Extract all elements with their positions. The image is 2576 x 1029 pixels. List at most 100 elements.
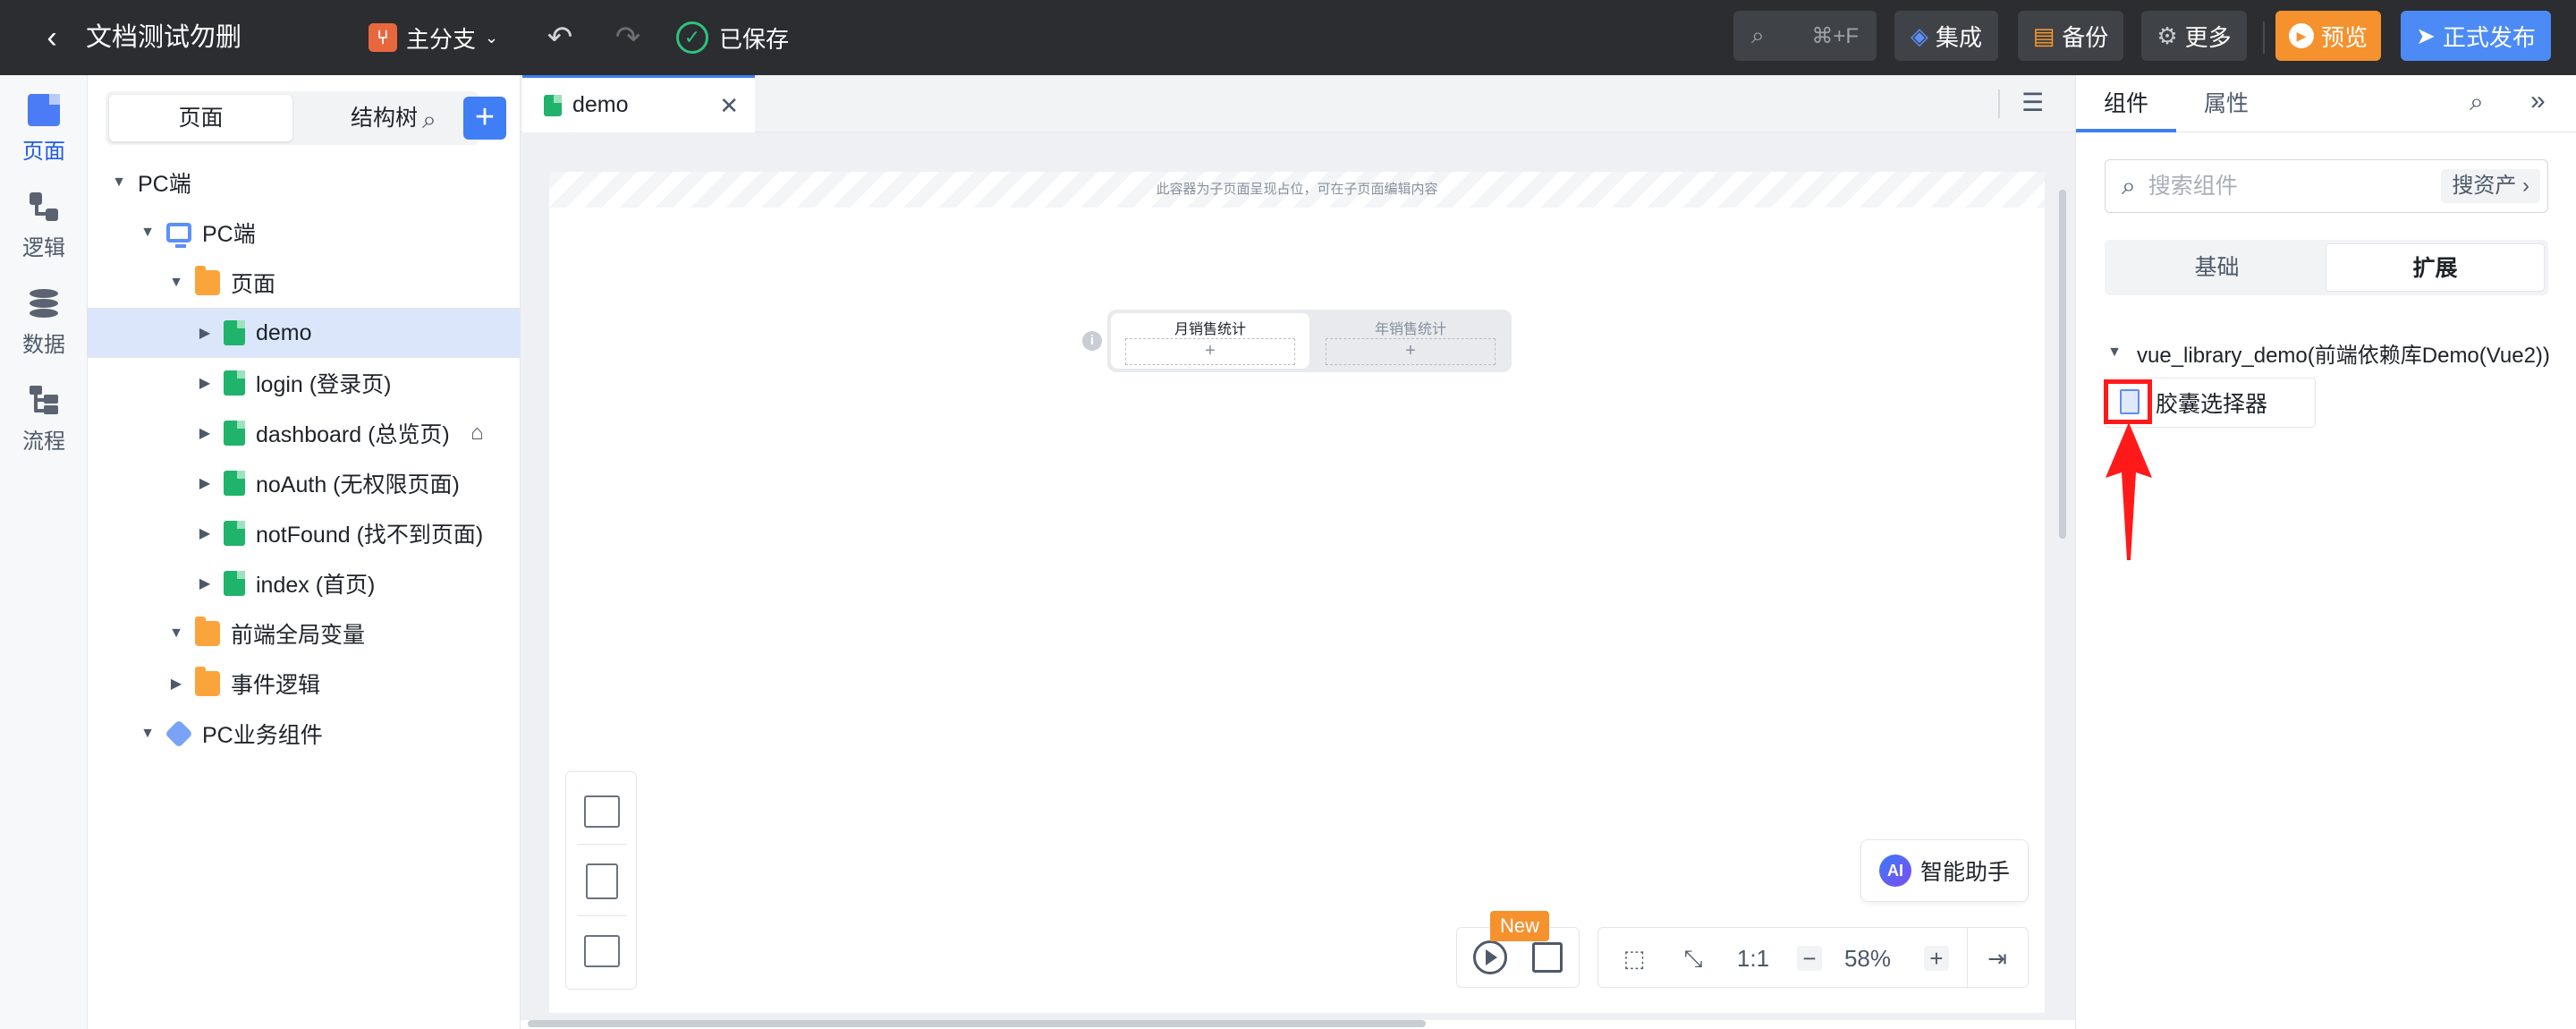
caret-down-icon[interactable]: ▼ [138, 726, 157, 742]
caret-right-icon[interactable]: ▶ [195, 374, 215, 392]
ai-assistant-label: 智能助手 [1920, 860, 2011, 885]
editor-tab-label: demo [572, 92, 629, 117]
tree-row[interactable]: ▼ PC端 [88, 208, 521, 258]
caret-down-icon[interactable]: ▼ [166, 275, 186, 291]
search-icon[interactable]: ⌕ [2470, 88, 2484, 117]
component-search-input[interactable] [2148, 173, 2399, 200]
tab-basic[interactable]: 基础 [2108, 243, 2326, 292]
publish-button[interactable]: ➤ 正式发布 [2401, 11, 2551, 61]
component-card-label: 胶囊选择器 [2156, 392, 2268, 417]
caret-down-icon[interactable]: ▼ [109, 174, 129, 191]
ai-assistant-button[interactable]: AI 智能助手 [1860, 839, 2029, 902]
actual-size-button[interactable]: 1:1 [1731, 928, 1775, 989]
vertical-scrollbar[interactable] [2059, 190, 2066, 539]
play-icon[interactable] [1473, 940, 1507, 974]
tab-components[interactable]: 组件 [2076, 75, 2176, 132]
integrate-label: 集成 [1935, 23, 1982, 51]
integrate-button[interactable]: ◈ 集成 [1894, 11, 1998, 61]
tree-row[interactable]: ▶ noAuth (无权限页面) [88, 458, 521, 508]
zoom-divider [1967, 928, 1968, 989]
tree-row[interactable]: ▼ 页面 [88, 258, 521, 308]
rail-item-logic[interactable]: 逻辑 [0, 181, 88, 270]
rail-item-flow[interactable]: 流程 [0, 374, 88, 463]
search-shortcut: ⌘+F [1811, 23, 1859, 48]
tree-row[interactable]: ▼ PC业务组件 [88, 709, 521, 759]
more-button[interactable]: ⚙ 更多 [2141, 11, 2247, 61]
branch-selector[interactable]: ⑂ 主分支 ⌄ [369, 18, 498, 57]
subpage-placeholder-banner: 此容器为子页面呈现占位，可在子页面编辑内容 [549, 172, 2045, 208]
caret-right-icon[interactable]: ▶ [195, 424, 215, 442]
tree-row-demo[interactable]: ▶ demo [88, 308, 521, 358]
close-icon[interactable]: ✕ [719, 92, 739, 120]
play-icon: ▶ [2288, 23, 2314, 48]
sidebar-layout-icon[interactable] [586, 863, 618, 899]
tab-monthly-sales[interactable]: 月销售统计 + [1111, 313, 1309, 369]
tree-row-label: 页面 [231, 272, 276, 297]
backup-button[interactable]: ▤ 备份 [2018, 11, 2123, 61]
page-file-icon [544, 94, 562, 116]
select-cursor-icon[interactable]: ⬚ [1614, 928, 1654, 989]
collapse-right-icon[interactable]: ⇥ [1978, 928, 2017, 989]
caret-down-icon[interactable]: ▼ [2105, 344, 2124, 361]
editor-tab-bar: demo ✕ ☰ [521, 75, 2075, 132]
page-file-icon [224, 370, 245, 395]
outline-list-icon[interactable]: ☰ [2021, 88, 2044, 117]
header-block-icon[interactable] [584, 935, 620, 967]
rail-item-pages[interactable]: 页面 [0, 84, 88, 174]
publish-label: 正式发布 [2442, 23, 2536, 51]
sales-tabs-component[interactable]: 月销售统计 + 年销售统计 + [1107, 310, 1512, 372]
tab-structure-tree[interactable]: 结构树 [292, 95, 476, 141]
preview-button[interactable]: ▶ 预览 [2275, 11, 2381, 61]
caret-right-icon[interactable]: ▶ [195, 574, 215, 592]
fit-screen-icon[interactable]: ⤡ [1674, 928, 1713, 989]
toolbox-divider [577, 844, 627, 845]
tree-row[interactable]: ▶ dashboard (总览页) ⌂ [88, 408, 521, 458]
search-icon[interactable]: ⌕ [411, 102, 447, 138]
tab-yearly-sales[interactable]: 年销售统计 + [1311, 313, 1510, 369]
tree-row[interactable]: ▶ notFound (找不到页面) [88, 508, 521, 558]
undo-icon[interactable]: ↶ [540, 18, 580, 57]
tree-row[interactable]: ▶ index (首页) [88, 558, 521, 608]
global-search-button[interactable]: ⌕ ⌘+F [1733, 11, 1877, 61]
horizontal-scrollbar[interactable] [528, 1020, 1426, 1027]
top-bar: ‹ 文档测试勿删 ⑂ 主分支 ⌄ ↶ ↷ ✓ 已保存 ⌕ ⌘+F ◈ 集成 ▤ … [0, 0, 2576, 75]
tree-row[interactable]: ▼ 前端全局变量 [88, 608, 521, 659]
tab-pages[interactable]: 页面 [109, 95, 292, 141]
add-slot-button[interactable]: + [1326, 338, 1496, 365]
zoom-in-button[interactable]: + [1924, 946, 1949, 971]
tab-properties[interactable]: 属性 [2176, 75, 2276, 132]
backup-label: 备份 [2062, 23, 2109, 51]
library-group[interactable]: ▼ vue_library_demo(前端依赖库Demo(Vue2)) [2105, 335, 2550, 370]
database-icon [28, 287, 60, 319]
search-assets-button[interactable]: 搜资产 › [2441, 169, 2540, 203]
chevron-down-icon: ⌄ [485, 28, 499, 47]
tab-extended[interactable]: 扩展 [2326, 243, 2545, 292]
caret-right-icon[interactable]: ▶ [166, 675, 186, 693]
caret-right-icon[interactable]: ▶ [195, 474, 215, 492]
send-icon: ➤ [2416, 21, 2436, 49]
branch-label: 主分支 [406, 25, 477, 53]
tree-row[interactable]: ▶ login (登录页) [88, 358, 521, 408]
redo-icon[interactable]: ↷ [608, 18, 648, 57]
device-layout-icon[interactable] [1532, 942, 1563, 973]
tree-row[interactable]: ▶ 事件逻辑 [88, 659, 521, 709]
tree-row-label: demo [256, 319, 312, 345]
annotation-arrow [2106, 422, 2152, 560]
caret-down-icon[interactable]: ▼ [166, 625, 186, 642]
search-assets-label: 搜资产 [2452, 174, 2517, 198]
caret-right-icon[interactable]: ▶ [195, 524, 215, 542]
artboard[interactable]: 此容器为子页面呈现占位，可在子页面编辑内容 i 月销售统计 + 年销售统计 + [549, 172, 2045, 1013]
text-block-icon[interactable] [584, 795, 620, 828]
tree-row[interactable]: ▼ PC端 [88, 157, 521, 208]
add-page-button[interactable]: + [463, 97, 506, 140]
folder-icon [195, 617, 220, 646]
add-slot-button[interactable]: + [1125, 338, 1295, 365]
page-file-icon [224, 320, 245, 345]
double-chevron-right-icon[interactable]: » [2530, 86, 2546, 116]
back-icon[interactable]: ‹ [34, 20, 70, 55]
rail-item-data[interactable]: 数据 [0, 277, 88, 367]
caret-right-icon[interactable]: ▶ [195, 324, 215, 342]
editor-tab-demo[interactable]: demo ✕ [522, 75, 755, 132]
zoom-out-button[interactable]: − [1797, 946, 1822, 971]
caret-down-icon[interactable]: ▼ [138, 225, 157, 241]
